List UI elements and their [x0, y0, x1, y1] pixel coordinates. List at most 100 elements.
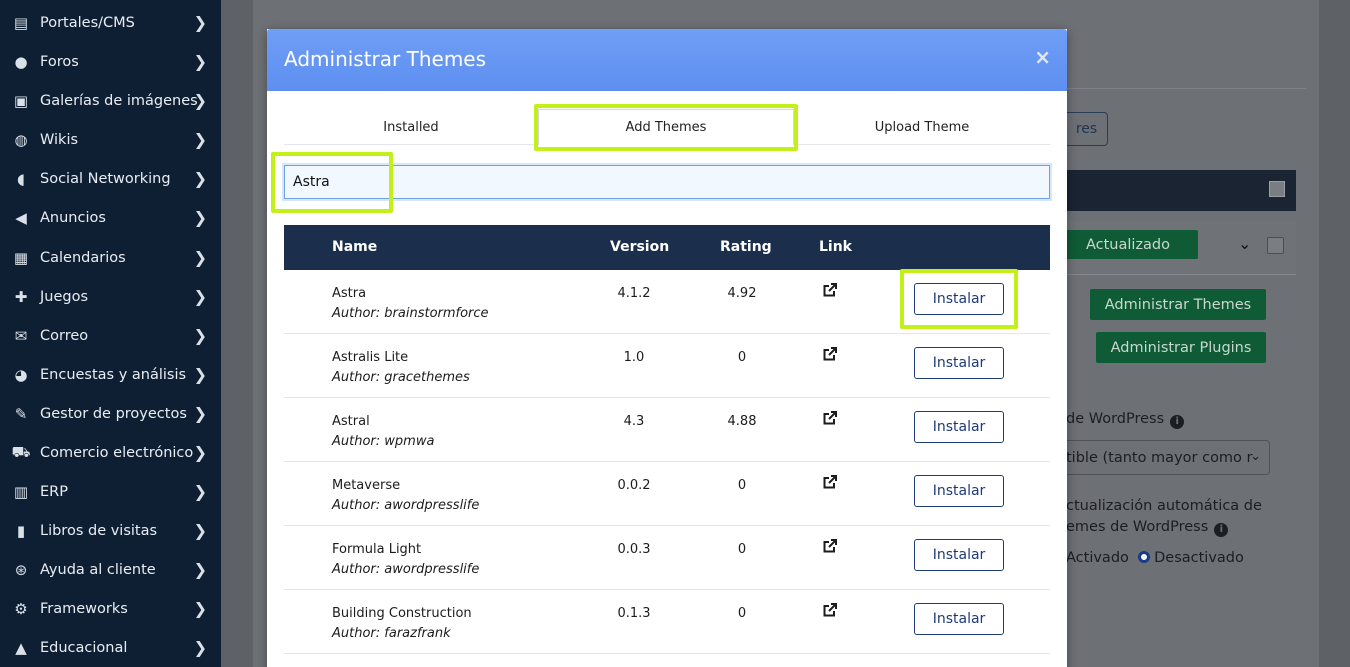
theme-author: Author: wpmwa: [332, 434, 435, 449]
column-name: Name: [332, 239, 378, 255]
theme-version: 0.0.3: [617, 542, 651, 557]
themes-table: Name Version Rating Link Astra Author: b…: [284, 225, 1050, 654]
theme-rating: 4.88: [727, 414, 757, 429]
sidebar-item-correo[interactable]: ✉ Correo ❯: [0, 316, 221, 355]
info-icon: i: [1214, 523, 1229, 537]
theme-author: Author: farazfrank: [332, 626, 451, 641]
background-outline-button-label: res: [1075, 121, 1098, 137]
cart-icon: ⛟: [11, 442, 31, 461]
sidebar-item-label: Educacional: [40, 639, 128, 656]
external-link-icon[interactable]: [822, 538, 838, 554]
theme-rating: 0: [737, 350, 747, 365]
theme-rating: 0: [737, 542, 747, 557]
pie-chart-icon: ◕: [14, 365, 28, 384]
sidebar-item-wikis[interactable]: ◍ Wikis ❯: [0, 120, 221, 159]
chevron-right-icon: ❯: [193, 404, 207, 423]
comments-icon: ◖: [17, 169, 25, 188]
external-link-icon[interactable]: [822, 474, 838, 490]
sidebar-item-portales-cms[interactable]: ▤ Portales/CMS ❯: [0, 3, 221, 42]
image-icon: ▣: [13, 91, 29, 110]
tab-upload-theme[interactable]: Upload Theme: [794, 109, 1050, 145]
install-button[interactable]: Instalar: [914, 475, 1004, 507]
table-header: Name Version Rating Link: [284, 225, 1050, 270]
background-radio-group: Activado Desactivado: [1066, 550, 1244, 566]
sidebar-item-social-networking[interactable]: ◖ Social Networking ❯: [0, 159, 221, 198]
sidebar-item-educacional[interactable]: ▲ Educacional ❯: [0, 628, 221, 667]
sidebar-item-ayuda-cliente[interactable]: ⊛ Ayuda al cliente ❯: [0, 550, 221, 589]
sidebar: ▤ Portales/CMS ❯ ● Foros ❯ ▣ Galerías de…: [0, 0, 221, 667]
install-button[interactable]: Instalar: [914, 603, 1004, 635]
external-link-icon[interactable]: [822, 410, 838, 426]
background-auto-update-text: emes de WordPress: [1066, 519, 1209, 535]
search-input[interactable]: [284, 165, 1050, 199]
sidebar-item-foros[interactable]: ● Foros ❯: [0, 42, 221, 81]
sidebar-item-encuestas[interactable]: ◕ Encuestas y análisis ❯: [0, 355, 221, 394]
chevron-right-icon: ❯: [193, 130, 207, 149]
install-button[interactable]: Instalar: [914, 347, 1004, 379]
sidebar-item-comercio[interactable]: ⛟ Comercio electrónico ❯: [0, 433, 221, 472]
background-divider: [1066, 88, 1306, 89]
chevron-right-icon: ❯: [193, 560, 207, 579]
background-auto-update-line2: emes de WordPress i: [1066, 519, 1229, 537]
background-outline-button: res: [1066, 112, 1108, 146]
theme-name: Formula Light: [332, 542, 422, 557]
book-icon: ▮: [16, 521, 26, 540]
sidebar-item-label: Correo: [40, 327, 89, 344]
chevron-right-icon: ❯: [193, 91, 207, 110]
lifebuoy-icon: ⊛: [14, 560, 28, 579]
sidebar-item-label: ERP: [40, 483, 68, 500]
sidebar-item-libros-visitas[interactable]: ▮ Libros de visitas ❯: [0, 511, 221, 550]
edit-icon: ✎: [14, 404, 28, 423]
bar-chart-icon: ▥: [13, 482, 29, 501]
background-manage-themes-button: Administrar Themes: [1090, 289, 1266, 320]
chevron-right-icon: ❯: [193, 638, 207, 657]
sidebar-item-juegos[interactable]: ✚ Juegos ❯: [0, 277, 221, 316]
theme-version: 4.3: [623, 414, 645, 429]
external-link-icon[interactable]: [822, 346, 838, 362]
sidebar-item-anuncios[interactable]: ◀ Anuncios ❯: [0, 198, 221, 237]
background-wp-label: de WordPress i: [1066, 411, 1185, 429]
install-button[interactable]: Instalar: [914, 539, 1004, 571]
sidebar-item-label: Frameworks: [40, 600, 128, 617]
sidebar-item-frameworks[interactable]: ⚙ Frameworks ❯: [0, 589, 221, 628]
theme-name: Metaverse: [332, 478, 401, 493]
sidebar-item-label: Portales/CMS: [40, 14, 135, 31]
manage-themes-modal: Administrar Themes × Installed Add Theme…: [267, 29, 1067, 667]
background-table-header: [1066, 170, 1296, 211]
gamepad-icon: ✚: [14, 287, 28, 306]
sidebar-item-erp[interactable]: ▥ ERP ❯: [0, 472, 221, 511]
table-row: Astral Author: wpmwa 4.3 4.88 Instalar: [284, 398, 1050, 462]
theme-author: Author: awordpresslife: [332, 498, 480, 513]
list-icon: ▤: [13, 13, 29, 32]
tab-bar: Installed Add Themes Upload Theme: [284, 109, 1050, 145]
theme-author: Author: gracethemes: [332, 370, 470, 385]
background-radio-on-label: Activado: [1066, 550, 1129, 566]
external-link-icon[interactable]: [822, 602, 838, 618]
tab-installed[interactable]: Installed: [284, 109, 538, 145]
graduation-cap-icon: ▲: [15, 638, 27, 657]
sidebar-item-label: Libros de visitas: [40, 522, 158, 539]
column-link: Link: [819, 239, 852, 255]
install-button[interactable]: Instalar: [914, 283, 1004, 315]
background-select: tible (tanto mayor como r ⌄: [1066, 440, 1270, 475]
sidebar-item-calendarios[interactable]: ▦ Calendarios ❯: [0, 238, 221, 277]
sidebar-item-gestor-proyectos[interactable]: ✎ Gestor de proyectos ❯: [0, 394, 221, 433]
chevron-right-icon: ❯: [193, 169, 207, 188]
theme-version: 4.1.2: [617, 286, 651, 301]
close-icon[interactable]: ×: [1034, 45, 1051, 69]
background-row-checkbox: [1267, 237, 1284, 254]
info-icon: i: [1170, 415, 1185, 429]
modal-title: Administrar Themes: [284, 47, 487, 71]
tab-add-themes[interactable]: Add Themes: [538, 109, 794, 145]
sidebar-item-label: Encuestas y análisis: [40, 366, 187, 383]
chevron-right-icon: ❯: [193, 482, 207, 501]
background-manage-plugins-button: Administrar Plugins: [1096, 332, 1266, 363]
users-icon: ●: [14, 52, 28, 71]
external-link-icon[interactable]: [822, 282, 838, 298]
sidebar-item-galerias[interactable]: ▣ Galerías de imágenes ❯: [0, 81, 221, 120]
globe-icon: ◍: [14, 130, 28, 149]
background-updated-badge: Actualizado: [1058, 230, 1198, 259]
install-button[interactable]: Instalar: [914, 411, 1004, 443]
background-manage-plugins-label: Administrar Plugins: [1110, 339, 1252, 356]
background-auto-update-line1: ctualización automática de: [1066, 498, 1262, 514]
